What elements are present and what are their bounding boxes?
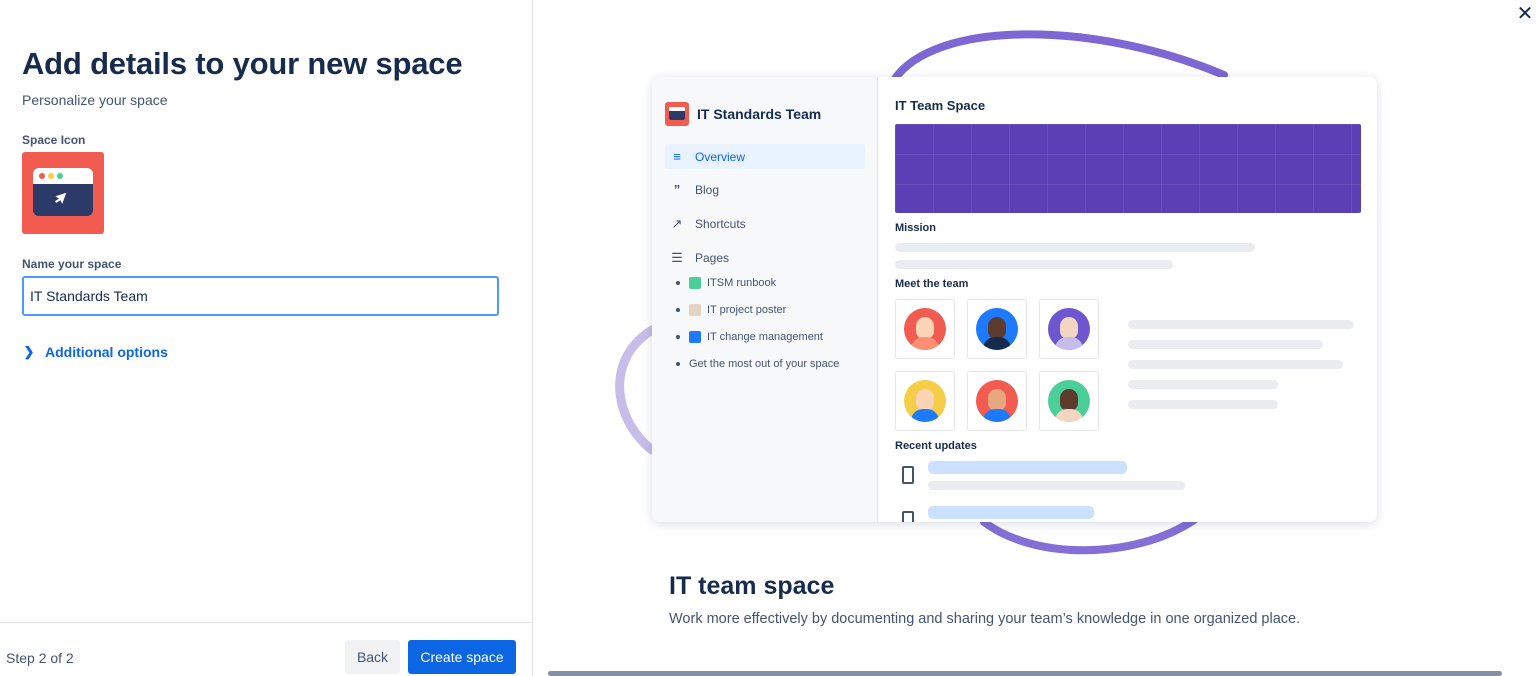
preview-page-item: IT change management: [676, 331, 823, 343]
document-icon: [902, 466, 914, 484]
team-member-card: [967, 299, 1027, 359]
create-space-button[interactable]: Create space: [408, 640, 516, 674]
external-link-icon: ↗: [671, 215, 683, 231]
page-label: IT change management: [707, 331, 823, 343]
avatar: [904, 308, 946, 350]
step-indicator: Step 2 of 2: [6, 650, 74, 666]
space-avatar-icon: [665, 102, 689, 126]
page-label: IT project poster: [707, 304, 787, 316]
avatar: [904, 380, 946, 422]
cursor-icon: [55, 192, 67, 205]
placeholder-line: [895, 260, 1173, 269]
preview-page-item: Get the most out of your space: [676, 358, 839, 370]
recent-updates-heading: Recent updates: [895, 440, 977, 452]
nav-label: Overview: [695, 149, 746, 164]
preview-nav-pages: ☰ Pages: [665, 245, 865, 270]
placeholder-link: [928, 506, 1094, 519]
create-space-dialog: Add details to your new space Personaliz…: [0, 0, 1536, 676]
avatar: [976, 380, 1018, 422]
footer-divider: [0, 622, 533, 623]
placeholder-line: [928, 481, 1185, 490]
page-title: Add details to your new space: [22, 46, 463, 81]
team-member-card: [1039, 371, 1099, 431]
lines-icon: ≡: [673, 149, 681, 164]
placeholder-line: [1128, 400, 1278, 409]
preview-header: IT Team Space: [895, 98, 986, 113]
team-member-card: [967, 371, 1027, 431]
browser-window-icon: [33, 168, 93, 216]
template-description: Work more effectively by documenting and…: [669, 611, 1301, 627]
mission-heading: Mission: [895, 222, 936, 234]
placeholder-line: [1128, 340, 1323, 349]
preview-nav-blog: ” Blog: [665, 177, 865, 202]
placeholder-line: [1128, 320, 1354, 329]
document-icon: [902, 511, 914, 522]
space-icon-picker[interactable]: [22, 152, 104, 234]
page-icon: ☰: [671, 249, 683, 265]
preview-banner: [895, 124, 1361, 213]
book-icon: [689, 277, 701, 289]
nav-label: Pages: [695, 250, 730, 265]
close-icon[interactable]: ✕: [1513, 2, 1536, 26]
nav-label: Blog: [695, 182, 720, 197]
placeholder-line: [1128, 360, 1343, 369]
preview-content: IT Team Space Mission Meet the team Rece…: [895, 77, 1361, 522]
preview-space-title: IT Standards Team: [665, 102, 821, 126]
additional-options-label: Additional options: [45, 344, 168, 360]
preview-space-name: IT Standards Team: [697, 106, 822, 122]
placeholder-line: [1128, 380, 1278, 389]
quote-icon: ”: [673, 182, 681, 197]
team-member-card: [895, 299, 955, 359]
name-label: Name your space: [22, 257, 122, 271]
preview-page-item: IT project poster: [676, 304, 786, 316]
preview-nav-overview: ≡ Overview: [665, 144, 865, 169]
nav-label: Shortcuts: [695, 216, 746, 231]
gear-icon: [689, 331, 701, 343]
clipboard-icon: [689, 304, 701, 316]
back-button[interactable]: Back: [345, 640, 400, 674]
avatar: [1048, 308, 1090, 350]
page-label: ITSM runbook: [707, 277, 777, 289]
space-name-input[interactable]: [22, 276, 499, 316]
preview-sidebar: IT Standards Team ≡ Overview ” Blog ↗ Sh…: [652, 77, 878, 522]
template-preview-panel: ✕ IT Standards Team ≡ Overview ” Blog ↗ …: [534, 0, 1536, 676]
space-icon-label: Space Icon: [22, 133, 86, 147]
horizontal-scrollbar[interactable]: [548, 671, 1502, 676]
avatar: [976, 308, 1018, 350]
preview-page-item: ITSM runbook: [676, 277, 776, 289]
space-preview-card: IT Standards Team ≡ Overview ” Blog ↗ Sh…: [652, 77, 1377, 522]
placeholder-line: [895, 243, 1255, 252]
details-panel: Add details to your new space Personaliz…: [0, 0, 533, 676]
team-heading: Meet the team: [895, 278, 969, 290]
page-subtitle: Personalize your space: [22, 92, 168, 108]
team-member-card: [895, 371, 955, 431]
preview-nav-shortcuts: ↗ Shortcuts: [665, 211, 865, 236]
placeholder-link: [928, 461, 1127, 474]
page-label: Get the most out of your space: [689, 358, 840, 370]
template-title: IT team space: [669, 572, 835, 600]
team-member-card: [1039, 299, 1099, 359]
additional-options-toggle[interactable]: ❯ Additional options: [22, 344, 168, 360]
chevron-right-icon: ❯: [23, 344, 35, 359]
avatar: [1048, 380, 1090, 422]
